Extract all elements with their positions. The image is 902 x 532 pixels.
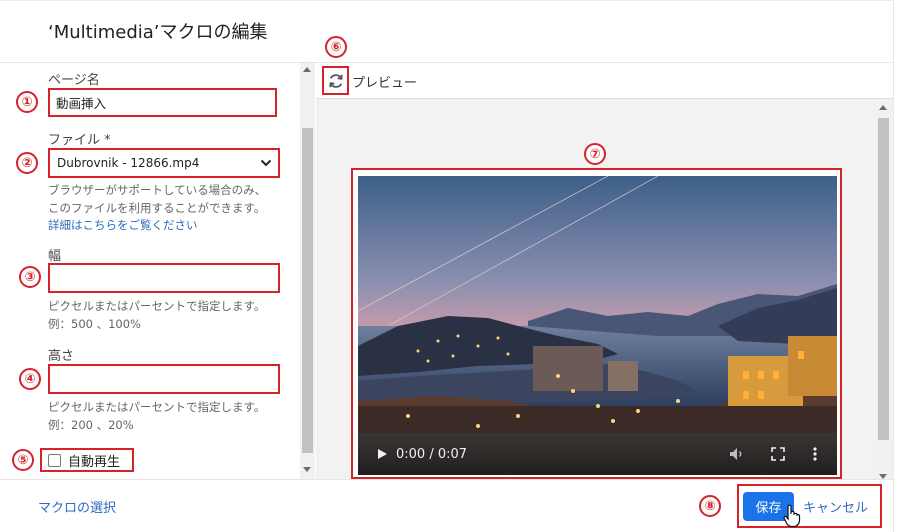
form-scroll-up-icon[interactable] (303, 67, 311, 72)
file-select[interactable]: Dubrovnik - 12866.mp4 (48, 148, 280, 178)
annotation-2: ② (16, 152, 38, 174)
chevron-down-icon (260, 159, 272, 167)
more-options-icon[interactable] (813, 447, 817, 461)
width-label: 幅 (48, 249, 62, 264)
file-select-value: Dubrovnik - 12866.mp4 (57, 156, 200, 170)
annotation-6: ⑥ (325, 36, 347, 58)
dialog-right-edge (893, 0, 894, 532)
annotation-8: ⑧ (699, 495, 721, 517)
preview-scroll-up-icon[interactable] (879, 105, 887, 110)
form-scroll-down-icon[interactable] (303, 467, 311, 472)
file-help-line-1: ブラウザーがサポートしている場合のみ、 (48, 183, 267, 197)
header-divider (0, 62, 893, 63)
page-name-value: 動画挿入 (56, 96, 107, 111)
annotation-1: ① (16, 91, 38, 113)
video-time: 0:00 / 0:07 (396, 446, 468, 462)
autoplay-checkbox-row[interactable]: 自動再生 (40, 448, 134, 472)
annotation-7: ⑦ (584, 143, 606, 165)
play-icon[interactable] (376, 448, 388, 460)
footer-divider (0, 479, 893, 480)
page-name-input[interactable]: 動画挿入 (48, 88, 277, 117)
page-name-label: ページ名 (48, 73, 100, 88)
height-input[interactable] (48, 364, 280, 394)
width-help-line-1: ピクセルまたはパーセントで指定します。 (48, 299, 266, 313)
volume-icon[interactable] (729, 447, 745, 461)
video-frame-image (358, 176, 837, 475)
preview-scrollbar-thumb[interactable] (878, 118, 889, 440)
height-label: 高さ (48, 349, 75, 364)
top-edge (0, 0, 893, 1)
autoplay-label: 自動再生 (68, 454, 121, 470)
preview-label: プレビュー (352, 76, 418, 91)
file-label: ファイル * (48, 133, 111, 148)
height-help-line-2: 例：200 、20% (48, 418, 134, 432)
annotation-5: ⑤ (12, 449, 34, 471)
form-scrollbar-thumb[interactable] (302, 128, 313, 453)
fullscreen-icon[interactable] (771, 447, 785, 461)
video-player[interactable]: 0:00 / 0:07 (358, 176, 837, 475)
video-controls: 0:00 / 0:07 (358, 433, 837, 475)
preview-toolbar-divider (316, 98, 893, 99)
file-help-line-2: このファイルを利用することができます。 (48, 201, 266, 215)
hand-cursor-icon (783, 504, 801, 528)
autoplay-checkbox[interactable] (48, 453, 61, 467)
height-help-line-1: ピクセルまたはパーセントで指定します。 (48, 400, 266, 414)
macro-select-link[interactable]: マクロの選択 (38, 497, 116, 516)
annotation-3: ③ (19, 266, 41, 288)
refresh-icon (328, 73, 343, 88)
dialog-title: ‘Multimedia’マクロの編集 (48, 22, 268, 43)
width-input[interactable] (48, 263, 280, 293)
annotation-4: ④ (19, 368, 41, 390)
cancel-button[interactable]: キャンセル (803, 497, 868, 516)
file-details-link[interactable]: 詳細はこちらをご覧ください (48, 217, 198, 233)
width-help-line-2: 例：500 、100% (48, 317, 141, 331)
refresh-preview-button[interactable] (322, 66, 349, 95)
